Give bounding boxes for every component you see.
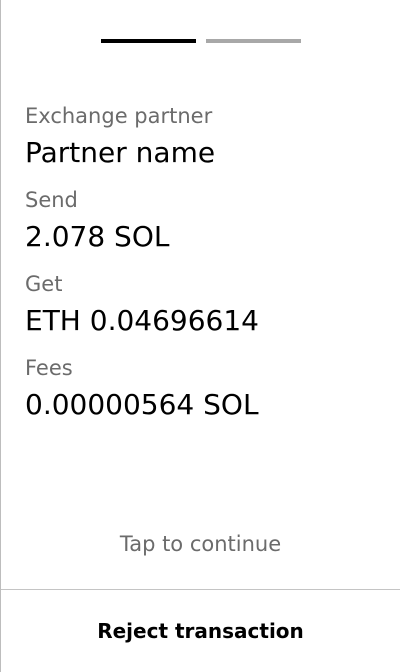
transaction-details: Exchange partner Partner name Send 2.078… (25, 103, 376, 439)
send-amount-value: 2.078 SOL (25, 220, 170, 253)
tap-to-continue-hint[interactable]: Tap to continue (1, 532, 400, 556)
reject-transaction-button[interactable]: Reject transaction (1, 590, 400, 672)
transaction-review-screen: Exchange partner Partner name Send 2.078… (0, 0, 400, 672)
fees-label: Fees (25, 356, 73, 380)
step-progress-indicator (101, 39, 301, 43)
progress-step-2-inactive (206, 39, 301, 43)
get-label: Get (25, 272, 63, 296)
fees-value: 0.00000564 SOL (25, 388, 259, 421)
progress-step-1-active (101, 39, 196, 43)
send-label: Send (25, 188, 78, 212)
exchange-partner-value: Partner name (25, 136, 216, 169)
get-amount-value: ETH 0.04696614 (25, 304, 259, 337)
exchange-partner-label: Exchange partner (25, 104, 213, 128)
